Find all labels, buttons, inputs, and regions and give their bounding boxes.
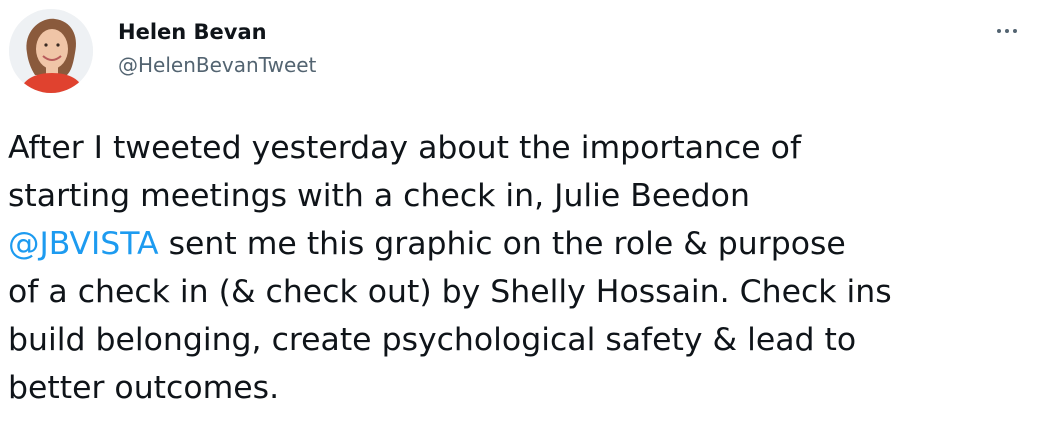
- profile-photo-icon: [9, 9, 93, 93]
- ellipsis-icon: [1013, 29, 1017, 33]
- author-block: Helen Bevan @HelenBevanTweet: [118, 18, 316, 79]
- author-handle[interactable]: @HelenBevanTweet: [118, 52, 316, 79]
- more-options-button[interactable]: [990, 18, 1024, 44]
- ellipsis-icon: [997, 29, 1001, 33]
- tweet-card: Helen Bevan @HelenBevanTweet After I twe…: [0, 0, 1044, 434]
- tweet-text: After I tweeted yesterday about the impo…: [8, 124, 1033, 412]
- author-avatar[interactable]: [9, 9, 93, 93]
- tweet-text-part-1: After I tweeted yesterday about the impo…: [8, 130, 802, 214]
- mention-link[interactable]: @JBVISTA: [8, 226, 159, 262]
- ellipsis-icon: [1005, 29, 1009, 33]
- author-display-name[interactable]: Helen Bevan: [118, 18, 316, 46]
